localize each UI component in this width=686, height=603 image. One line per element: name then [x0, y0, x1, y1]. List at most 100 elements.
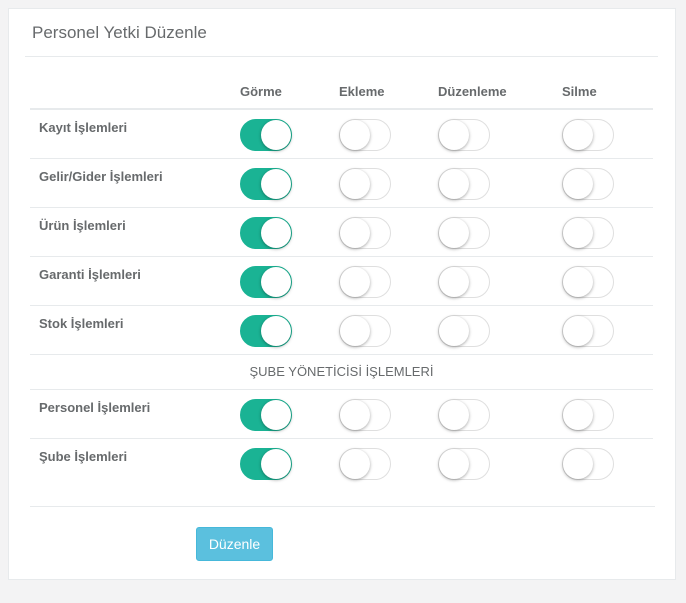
toggle-cell: [240, 207, 339, 257]
ekleme-toggle[interactable]: [339, 314, 391, 347]
row-label: Gelir/Gider İşlemleri: [30, 158, 240, 208]
duzenle-button[interactable]: Düzenle: [196, 527, 273, 561]
gorme-toggle[interactable]: [240, 398, 292, 431]
ekleme-toggle[interactable]: [339, 447, 391, 480]
toggle-cell: [240, 305, 339, 355]
toggle-cell: [562, 158, 653, 208]
toggle-knob: [340, 168, 370, 199]
toggle-knob: [340, 315, 370, 346]
gorme-toggle[interactable]: [240, 447, 292, 480]
toggle-cell: [240, 109, 339, 159]
toggle-cell: [562, 389, 653, 439]
toggle-cell: [438, 256, 562, 306]
duzenleme-toggle[interactable]: [438, 447, 490, 480]
toggle-knob: [261, 168, 291, 199]
toggle-knob: [340, 399, 370, 430]
ekleme-toggle[interactable]: [339, 119, 391, 151]
section-heading: ŞUBE YÖNETİCİSİ İŞLEMLERİ: [30, 354, 653, 390]
toggle-knob: [340, 266, 370, 297]
silme-toggle[interactable]: [562, 167, 614, 200]
toggle-cell: [240, 389, 339, 439]
silme-toggle[interactable]: [562, 265, 614, 298]
gorme-toggle[interactable]: [240, 314, 292, 347]
duzenleme-toggle[interactable]: [438, 314, 490, 347]
toggle-cell: [339, 158, 438, 208]
toggle-cell: [562, 207, 653, 257]
duzenleme-toggle[interactable]: [438, 216, 490, 249]
gorme-toggle[interactable]: [240, 167, 292, 200]
toggle-knob: [261, 315, 291, 346]
toggle-knob: [261, 448, 291, 479]
header-gorme: Görme: [240, 75, 339, 110]
section-row: ŞUBE YÖNETİCİSİ İŞLEMLERİ: [30, 354, 653, 390]
toggle-knob: [340, 217, 370, 248]
ekleme-toggle[interactable]: [339, 398, 391, 431]
toggle-knob: [563, 168, 593, 199]
header-ekleme: Ekleme: [339, 75, 438, 110]
page-title: Personel Yetki Düzenle: [32, 23, 207, 42]
toggle-knob: [439, 120, 469, 150]
toggle-knob: [439, 266, 469, 297]
gorme-toggle[interactable]: [240, 216, 292, 249]
table-row: Garanti İşlemleri: [30, 256, 653, 306]
silme-toggle[interactable]: [562, 447, 614, 480]
toggle-knob: [261, 120, 291, 150]
row-label: Personel İşlemleri: [30, 389, 240, 439]
silme-toggle[interactable]: [562, 119, 614, 151]
permissions-card: Personel Yetki Düzenle Görme Ekleme Düze…: [8, 8, 676, 580]
toggle-knob: [439, 315, 469, 346]
row-label: Şube İşlemleri: [39, 448, 128, 464]
row-label: Garanti İşlemleri: [30, 256, 240, 306]
toggle-cell: [339, 305, 438, 355]
row-label: Stok İşlemleri: [30, 305, 240, 355]
duzenleme-toggle[interactable]: [438, 167, 490, 200]
gorme-toggle[interactable]: [240, 265, 292, 298]
duzenleme-toggle[interactable]: [438, 398, 490, 431]
toggle-knob: [439, 448, 469, 479]
ekleme-toggle[interactable]: [339, 216, 391, 249]
table-row: Personel İşlemleri: [30, 389, 653, 439]
silme-toggle[interactable]: [562, 398, 614, 431]
toggle-knob: [261, 399, 291, 430]
ekleme-toggle[interactable]: [339, 167, 391, 200]
table-row: Kayıt İşlemleri: [30, 109, 653, 159]
header-silme: Silme: [562, 75, 653, 110]
toggle-cell: [562, 305, 653, 355]
silme-toggle[interactable]: [562, 314, 614, 347]
toggle-cell: [240, 158, 339, 208]
toggle-knob: [439, 399, 469, 430]
toggle-cell: [339, 389, 438, 439]
toggle-cell: [240, 438, 339, 487]
toggle-cell: [438, 207, 562, 257]
silme-toggle[interactable]: [562, 216, 614, 249]
duzenleme-toggle[interactable]: [438, 119, 490, 151]
toggle-cell: [240, 256, 339, 306]
gorme-toggle[interactable]: [240, 119, 292, 151]
toggle-knob: [439, 217, 469, 248]
toggle-knob: [563, 266, 593, 297]
toggle-knob: [340, 120, 370, 150]
toggle-cell: [562, 256, 653, 306]
ekleme-toggle[interactable]: [339, 265, 391, 298]
duzenleme-toggle[interactable]: [438, 265, 490, 298]
toggle-knob: [563, 315, 593, 346]
bottom-divider: [30, 506, 655, 507]
toggle-knob: [563, 217, 593, 248]
toggle-cell: [438, 438, 562, 487]
permissions-body: Kayıt İşlemleri Gelir/Gider İşlemleri Ürün…: [30, 109, 653, 487]
table-header-row: Görme Ekleme Düzenleme Silme: [30, 75, 653, 110]
toggle-knob: [340, 448, 370, 479]
toggle-knob: [261, 266, 291, 297]
header-blank: [30, 75, 240, 110]
toggle-cell: [438, 158, 562, 208]
row-label: Ürün İşlemleri: [30, 207, 240, 257]
toggle-knob: [439, 168, 469, 199]
row-label: Kayıt İşlemleri: [30, 109, 240, 159]
toggle-knob: [563, 448, 593, 479]
toggle-knob: [563, 120, 593, 150]
toggle-cell: [438, 109, 562, 159]
toggle-knob: [261, 217, 291, 248]
toggle-cell: [438, 305, 562, 355]
table-row: Gelir/Gider İşlemleri: [30, 158, 653, 208]
toggle-cell: [562, 438, 653, 487]
